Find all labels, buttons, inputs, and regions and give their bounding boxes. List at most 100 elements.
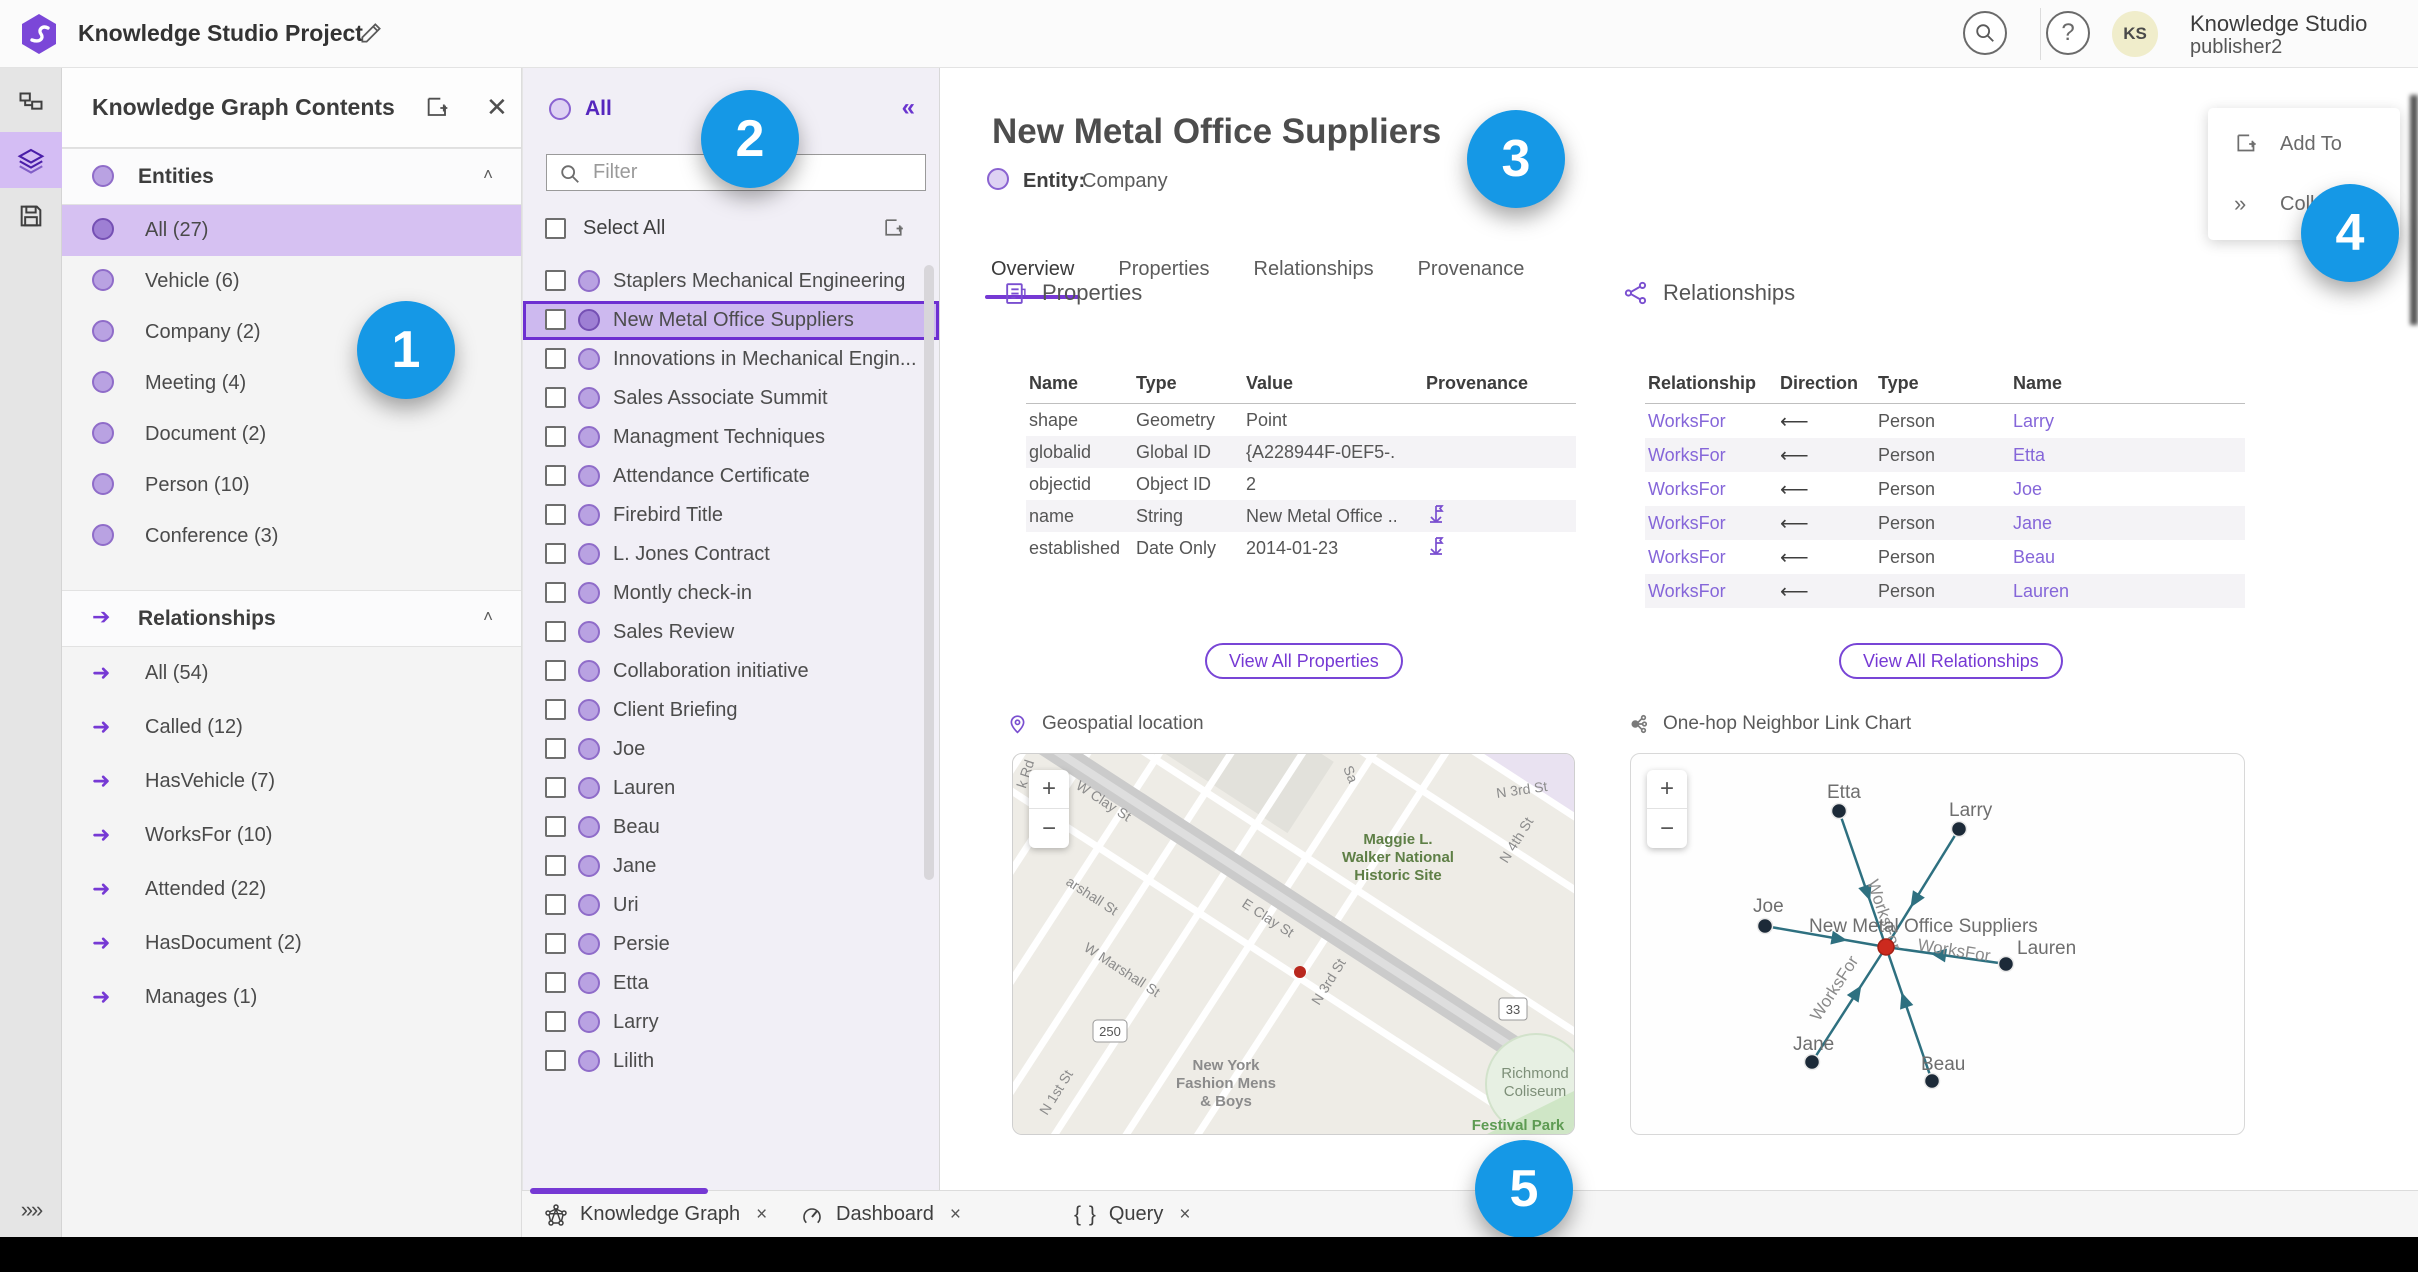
relationship-type-item[interactable]: ➜ Attended (22) xyxy=(62,863,521,917)
zoom-out-button[interactable]: − xyxy=(1029,809,1069,848)
add-to-menu-item[interactable]: Add To xyxy=(2208,116,2400,172)
item-checkbox[interactable] xyxy=(545,933,566,954)
related-entity-link[interactable]: Larry xyxy=(2013,411,2054,431)
entity-instance-item[interactable]: Collaboration initiative xyxy=(523,652,939,691)
geospatial-map[interactable]: k Rd W Clay St Sa N 3rd St N 4th St arsh… xyxy=(1012,753,1575,1135)
zoom-out-button[interactable]: − xyxy=(1647,809,1687,848)
entity-instance-item[interactable]: Larry xyxy=(523,1003,939,1042)
tab-relationships[interactable]: Relationships xyxy=(1254,258,1374,293)
tab-knowledge-graph[interactable]: Knowledge Graph × xyxy=(544,1191,767,1238)
item-checkbox[interactable] xyxy=(545,855,566,876)
entity-type-item[interactable]: Vehicle (6) xyxy=(62,256,521,307)
relationship-link[interactable]: WorksFor xyxy=(1648,581,1726,601)
item-checkbox[interactable] xyxy=(545,894,566,915)
relationship-type-item[interactable]: ➜ Called (12) xyxy=(62,701,521,755)
view-all-properties-button[interactable]: View All Properties xyxy=(1205,643,1403,679)
knowledge-studio-logo-icon[interactable] xyxy=(18,13,60,55)
relationships-section-header[interactable]: ➔ Relationships ˄ xyxy=(62,590,521,647)
entity-type-item[interactable]: Person (10) xyxy=(62,460,521,511)
item-checkbox[interactable] xyxy=(545,387,566,408)
entity-instance-item[interactable]: Beau xyxy=(523,808,939,847)
item-checkbox[interactable] xyxy=(545,582,566,603)
provenance-flag-icon[interactable] xyxy=(1426,503,1446,525)
provenance-flag-icon[interactable] xyxy=(1426,535,1446,557)
entity-instance-item[interactable]: New Metal Office Suppliers xyxy=(523,301,939,340)
entity-instance-item[interactable]: Client Briefing xyxy=(523,691,939,730)
relationship-type-item[interactable]: ➜ WorksFor (10) xyxy=(62,809,521,863)
close-tab-icon[interactable]: × xyxy=(950,1204,961,1226)
close-tab-icon[interactable]: × xyxy=(756,1204,767,1226)
related-entity-link[interactable]: Jane xyxy=(2013,513,2052,533)
relationship-link[interactable]: WorksFor xyxy=(1648,513,1726,533)
close-panel-icon[interactable]: ✕ xyxy=(486,92,508,123)
one-hop-link-chart[interactable]: WorksFor WorksFor WorksFor Etta Larry Jo… xyxy=(1630,753,2245,1135)
item-checkbox[interactable] xyxy=(545,777,566,798)
item-checkbox[interactable] xyxy=(545,1050,566,1071)
entity-instance-item[interactable]: Staplers Mechanical Engineering xyxy=(523,262,939,301)
entity-instance-item[interactable]: Etta xyxy=(523,964,939,1003)
relationship-link[interactable]: WorksFor xyxy=(1648,445,1726,465)
entity-instance-item[interactable]: Uri xyxy=(523,886,939,925)
entity-instance-item[interactable]: Innovations in Mechanical Engin... xyxy=(523,340,939,379)
item-checkbox[interactable] xyxy=(545,816,566,837)
chart-node-etta[interactable] xyxy=(1830,802,1848,820)
avatar[interactable]: KS xyxy=(2112,11,2158,57)
chevron-up-icon[interactable]: ˄ xyxy=(483,165,493,185)
view-all-relationships-button[interactable]: View All Relationships xyxy=(1839,643,2063,679)
tab-query[interactable]: { } Query × xyxy=(1074,1191,1190,1238)
chart-node-beau[interactable] xyxy=(1923,1072,1941,1090)
entity-instance-item[interactable]: Sales Associate Summit xyxy=(523,379,939,418)
entity-instance-item[interactable]: Firebird Title xyxy=(523,496,939,535)
entity-instance-item[interactable]: Persie xyxy=(523,925,939,964)
item-checkbox[interactable] xyxy=(545,504,566,525)
relationship-link[interactable]: WorksFor xyxy=(1648,547,1726,567)
chart-node-center[interactable] xyxy=(1877,938,1895,956)
related-entity-link[interactable]: Beau xyxy=(2013,547,2055,567)
item-checkbox[interactable] xyxy=(545,972,566,993)
zoom-in-button[interactable]: + xyxy=(1647,770,1687,809)
chart-node-lauren[interactable] xyxy=(1997,955,2015,973)
relationship-type-item[interactable]: ➜ Manages (1) xyxy=(62,971,521,1025)
entity-instance-item[interactable]: Montly check-in xyxy=(523,574,939,613)
expand-rail-button[interactable]: »» xyxy=(0,1197,62,1223)
item-checkbox[interactable] xyxy=(545,621,566,642)
save-rail-button[interactable] xyxy=(0,188,62,244)
add-to-new-icon[interactable] xyxy=(882,216,907,241)
entities-section-header[interactable]: Entities ˄ xyxy=(62,148,521,205)
collapse-panel-icon[interactable]: « xyxy=(902,94,915,122)
entity-instance-item[interactable]: Sales Review xyxy=(523,613,939,652)
help-button[interactable]: ? xyxy=(2046,11,2090,55)
add-to-new-icon[interactable] xyxy=(424,94,452,122)
chart-node-joe[interactable] xyxy=(1756,917,1774,935)
related-entity-link[interactable]: Etta xyxy=(2013,445,2045,465)
related-entity-link[interactable]: Lauren xyxy=(2013,581,2069,601)
relationship-link[interactable]: WorksFor xyxy=(1648,479,1726,499)
item-checkbox[interactable] xyxy=(545,738,566,759)
chevron-up-icon[interactable]: ˄ xyxy=(483,607,493,627)
item-checkbox[interactable] xyxy=(545,699,566,720)
item-checkbox[interactable] xyxy=(545,1011,566,1032)
relationship-type-item[interactable]: ➜ All (54) xyxy=(62,647,521,701)
entity-instance-item[interactable]: Lauren xyxy=(523,769,939,808)
close-tab-icon[interactable]: × xyxy=(1179,1204,1190,1226)
entity-instance-item[interactable]: L. Jones Contract xyxy=(523,535,939,574)
entity-instance-item[interactable]: Joe xyxy=(523,730,939,769)
item-checkbox[interactable] xyxy=(545,543,566,564)
entity-instance-item[interactable]: Attendance Certificate xyxy=(523,457,939,496)
item-checkbox[interactable] xyxy=(545,348,566,369)
chart-node-larry[interactable] xyxy=(1950,820,1968,838)
zoom-in-button[interactable]: + xyxy=(1029,770,1069,809)
entity-type-item[interactable]: Document (2) xyxy=(62,409,521,460)
tab-provenance[interactable]: Provenance xyxy=(1418,258,1525,293)
chart-node-jane[interactable] xyxy=(1803,1053,1821,1071)
entity-type-item[interactable]: All (27) xyxy=(62,205,521,256)
data-model-rail-button[interactable] xyxy=(0,76,62,132)
item-checkbox[interactable] xyxy=(545,426,566,447)
edit-title-pencil-icon[interactable] xyxy=(358,20,384,46)
related-entity-link[interactable]: Joe xyxy=(2013,479,2042,499)
contents-rail-button[interactable] xyxy=(0,132,62,188)
item-checkbox[interactable] xyxy=(545,270,566,291)
entity-instance-item[interactable]: Managment Techniques xyxy=(523,418,939,457)
select-all-checkbox[interactable] xyxy=(545,218,566,239)
item-checkbox[interactable] xyxy=(545,660,566,681)
